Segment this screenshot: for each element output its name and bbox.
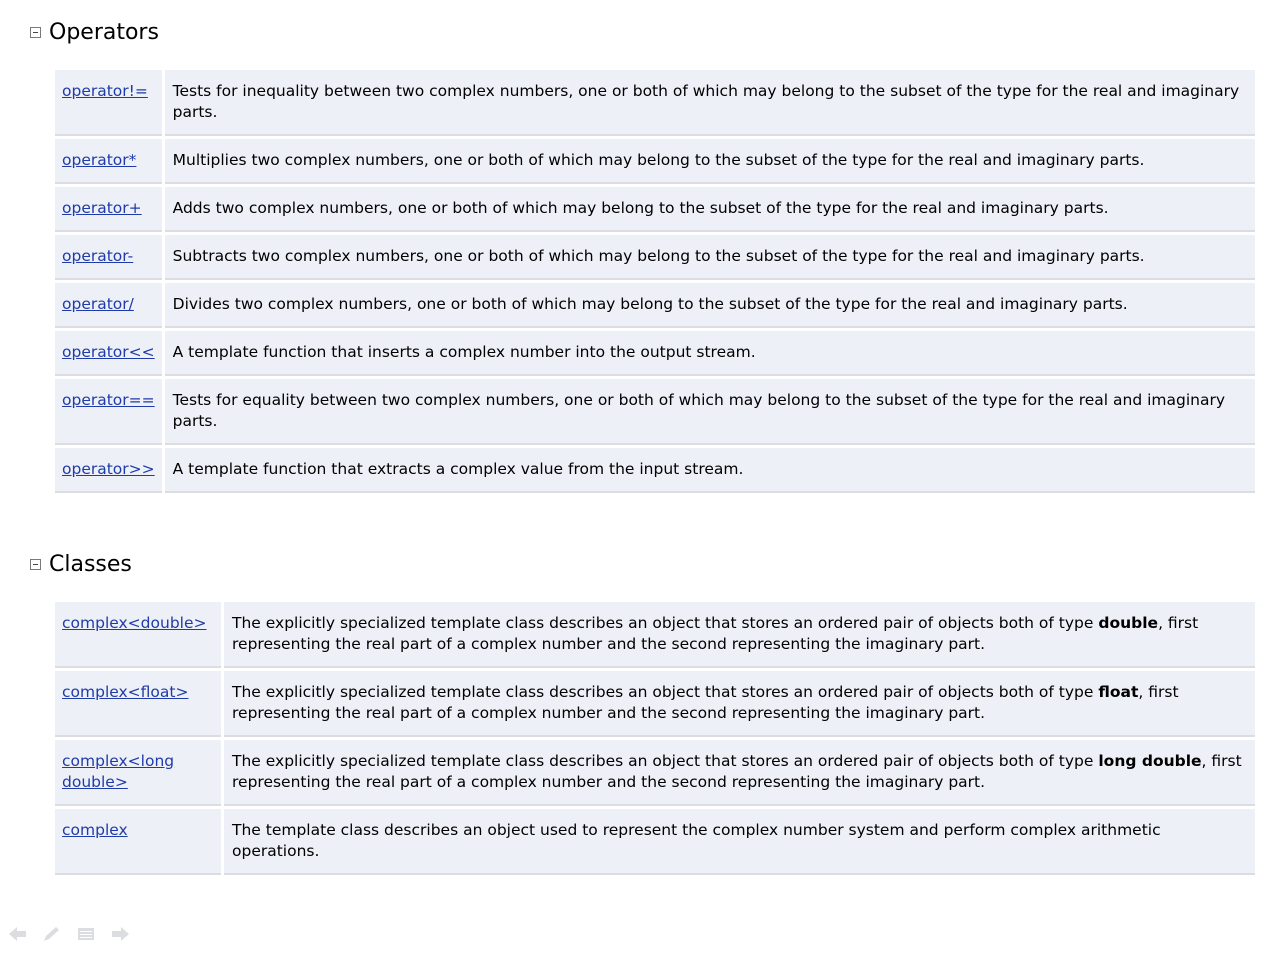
table-row: operator- Subtracts two complex numbers,… bbox=[55, 235, 1255, 280]
operators-heading: Operators bbox=[30, 20, 159, 45]
operator-link[interactable]: operator>> bbox=[62, 460, 155, 478]
operator-link[interactable]: operator+ bbox=[62, 199, 142, 217]
class-description: The explicitly specialized template clas… bbox=[224, 671, 1255, 737]
operator-link[interactable]: operator- bbox=[62, 247, 133, 265]
table-row: operator* Multiplies two complex numbers… bbox=[55, 139, 1255, 184]
table-row: operator!= Tests for inequality between … bbox=[55, 70, 1255, 136]
table-row: operator+ Adds two complex numbers, one … bbox=[55, 187, 1255, 232]
class-link[interactable]: complex<float> bbox=[62, 683, 188, 701]
table-row: operator/ Divides two complex numbers, o… bbox=[55, 283, 1255, 328]
operator-link[interactable]: operator<< bbox=[62, 343, 155, 361]
operator-description: Multiplies two complex numbers, one or b… bbox=[164, 139, 1255, 184]
operator-description: Tests for inequality between two complex… bbox=[164, 70, 1255, 136]
table-row: operator<< A template function that inse… bbox=[55, 331, 1255, 376]
class-description: The template class describes an object u… bbox=[224, 809, 1255, 875]
operator-description: Tests for equality between two complex n… bbox=[164, 379, 1255, 445]
operator-description: A template function that inserts a compl… bbox=[164, 331, 1255, 376]
table-row: operator== Tests for equality between tw… bbox=[55, 379, 1255, 445]
collapse-icon[interactable] bbox=[30, 559, 41, 570]
operator-description: Subtracts two complex numbers, one or bo… bbox=[164, 235, 1255, 280]
slide-nav bbox=[8, 926, 130, 942]
operator-link[interactable]: operator== bbox=[62, 391, 155, 409]
table-row: complex<float> The explicitly specialize… bbox=[55, 671, 1255, 737]
operator-link[interactable]: operator/ bbox=[62, 295, 134, 313]
class-link[interactable]: complex<long double> bbox=[62, 752, 174, 791]
operator-description: Divides two complex numbers, one or both… bbox=[164, 283, 1255, 328]
classes-heading: Classes bbox=[30, 552, 132, 577]
table-row: operator>> A template function that extr… bbox=[55, 448, 1255, 493]
class-description: The explicitly specialized template clas… bbox=[224, 602, 1255, 668]
operator-link[interactable]: operator* bbox=[62, 151, 136, 169]
table-row: complex<double> The explicitly specializ… bbox=[55, 602, 1255, 668]
pen-icon[interactable] bbox=[42, 926, 62, 942]
operator-description: A template function that extracts a comp… bbox=[164, 448, 1255, 493]
operator-link[interactable]: operator!= bbox=[62, 82, 148, 100]
classes-table: complex<double> The explicitly specializ… bbox=[52, 599, 1258, 878]
operator-description: Adds two complex numbers, one or both of… bbox=[164, 187, 1255, 232]
arrow-right-icon[interactable] bbox=[110, 926, 130, 942]
class-description: The explicitly specialized template clas… bbox=[224, 740, 1255, 806]
collapse-icon[interactable] bbox=[30, 27, 41, 38]
table-row: complex<long double> The explicitly spec… bbox=[55, 740, 1255, 806]
class-link[interactable]: complex<double> bbox=[62, 614, 207, 632]
operators-table: operator!= Tests for inequality between … bbox=[52, 67, 1258, 496]
classes-title: Classes bbox=[49, 552, 132, 577]
class-link[interactable]: complex bbox=[62, 821, 128, 839]
arrow-left-icon[interactable] bbox=[8, 926, 28, 942]
table-row: complex The template class describes an … bbox=[55, 809, 1255, 875]
operators-title: Operators bbox=[49, 20, 159, 45]
menu-icon[interactable] bbox=[76, 926, 96, 942]
